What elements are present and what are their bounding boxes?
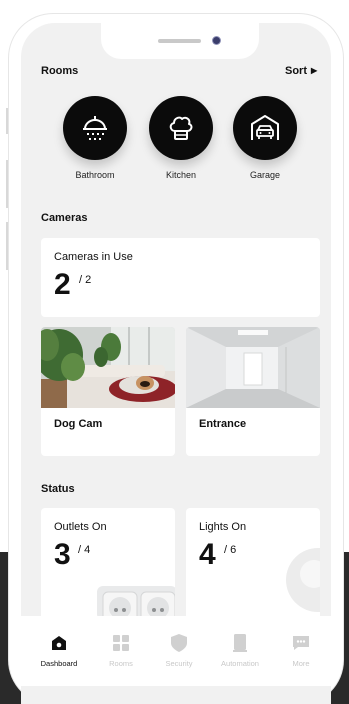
play-arrow-icon: ▶ — [311, 66, 318, 75]
light-bulb-icon — [286, 548, 320, 612]
garage-icon — [251, 115, 279, 140]
rooms-heading: Rooms — [41, 65, 79, 77]
room-kitchen-circle[interactable] — [149, 96, 213, 160]
outlets-count: 3 — [54, 538, 71, 571]
chat-icon — [292, 634, 310, 652]
lights-title: Lights On — [199, 521, 247, 533]
room-garage-label: Garage — [249, 170, 281, 180]
device-icon — [231, 634, 249, 652]
outlets-total: / 4 — [78, 544, 91, 556]
room-bathroom[interactable]: Bathroom — [55, 96, 135, 180]
room-bathroom-circle[interactable] — [63, 96, 127, 160]
status-heading: Status — [41, 483, 75, 495]
tab-automation-label: Automation — [221, 659, 259, 668]
grid-icon — [112, 634, 130, 652]
cameras-heading: Cameras — [41, 212, 88, 224]
chef-hat-icon — [169, 116, 193, 140]
outlet-icon — [97, 586, 175, 616]
speaker-grille — [158, 39, 201, 43]
lights-card[interactable]: Lights On 4 / 6 — [186, 508, 320, 616]
room-garage-circle[interactable] — [233, 96, 297, 160]
cameras-in-use-card[interactable]: Cameras in Use 2 / 2 — [41, 238, 320, 317]
tab-security-label: Security — [165, 659, 193, 668]
side-button — [6, 108, 8, 134]
entrance-label: Entrance — [199, 418, 247, 430]
shower-icon — [83, 116, 107, 140]
camera-feed-entrance[interactable]: Entrance — [186, 327, 320, 456]
cameras-in-use-total: / 2 — [79, 274, 92, 286]
room-garage[interactable]: Garage — [225, 96, 305, 180]
outlets-card[interactable]: Outlets On 3 / 4 — [41, 508, 175, 616]
home-icon — [50, 634, 68, 652]
entrance-thumbnail — [186, 327, 320, 408]
sort-button[interactable]: Sort ▶ — [285, 65, 317, 77]
cameras-in-use-count: 2 — [54, 268, 71, 301]
tab-dashboard-label: Dashboard — [40, 659, 78, 668]
lights-count: 4 — [199, 538, 216, 571]
side-button — [6, 160, 8, 208]
dog-cam-thumbnail — [41, 327, 175, 408]
room-kitchen[interactable]: Kitchen — [141, 96, 221, 180]
side-button — [6, 222, 8, 270]
tab-more-label: More — [292, 659, 310, 668]
room-kitchen-label: Kitchen — [165, 170, 197, 180]
shield-icon — [170, 634, 188, 652]
dog-cam-label: Dog Cam — [54, 418, 103, 430]
room-bathroom-label: Bathroom — [75, 170, 115, 180]
sort-label: Sort — [285, 65, 307, 77]
camera-feed-dog-cam[interactable]: Dog Cam — [41, 327, 175, 456]
bottom-tab-bar: Dashboard Rooms Security Automation More — [21, 616, 331, 686]
lights-total: / 6 — [224, 544, 237, 556]
cameras-in-use-title: Cameras in Use — [54, 251, 133, 263]
tab-rooms-label: Rooms — [109, 659, 133, 668]
front-camera — [213, 37, 220, 44]
outlets-title: Outlets On — [54, 521, 107, 533]
